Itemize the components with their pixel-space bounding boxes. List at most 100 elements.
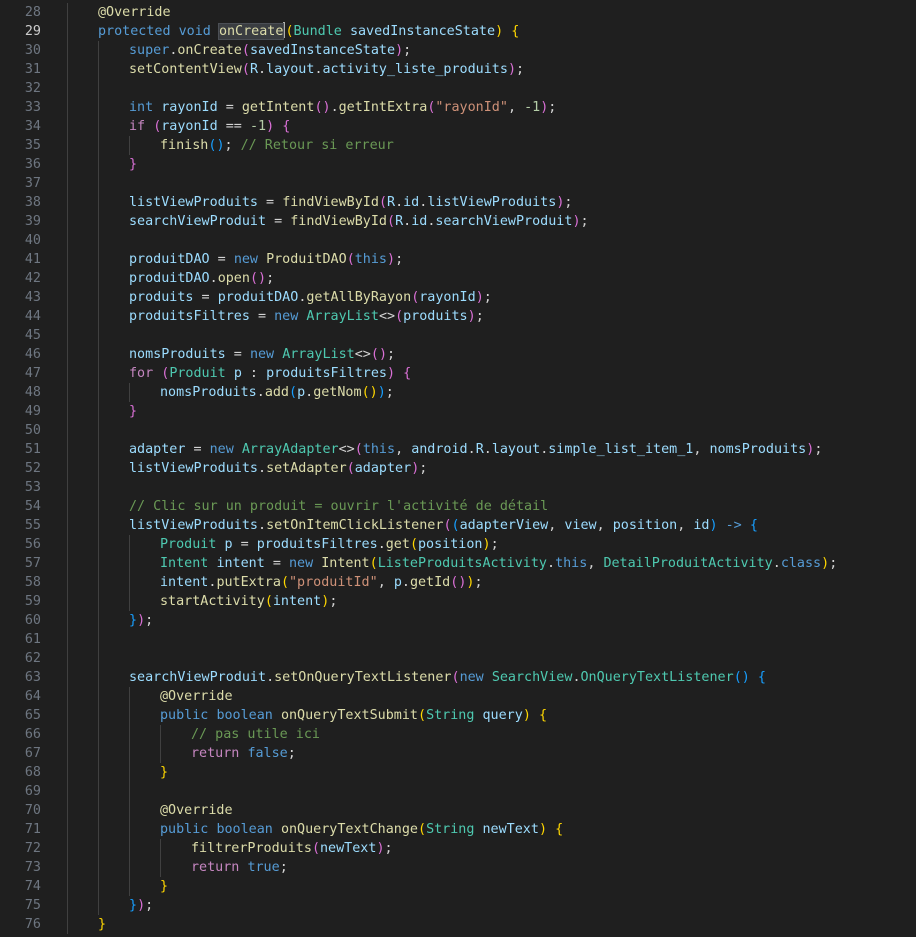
indent-guide	[67, 839, 68, 858]
indent-guide	[98, 763, 99, 782]
code-line[interactable]	[66, 421, 916, 440]
code-line[interactable]	[66, 649, 916, 668]
code-line[interactable]: return false;	[66, 744, 916, 763]
code-token: (	[241, 43, 250, 58]
code-line[interactable]: super.onCreate(savedInstanceState);	[66, 41, 916, 60]
code-token: .	[258, 461, 267, 476]
code-token: ;	[564, 195, 573, 210]
code-line[interactable]: int rayonId = getIntent().getIntExtra("r…	[66, 98, 916, 117]
code-line[interactable]: filtrerProduits(newText);	[66, 839, 916, 858]
code-line[interactable]: searchViewProduit = findViewById(R.id.se…	[66, 212, 916, 231]
code-token: onCreate	[217, 23, 285, 40]
line-number: 66	[24, 727, 41, 742]
code-token: produitsFiltres	[129, 309, 250, 324]
code-line[interactable]	[66, 782, 916, 801]
code-line[interactable]	[66, 630, 916, 649]
code-content: if (rayonId == -1) {	[129, 117, 290, 136]
code-line[interactable]: // pas utile ici	[66, 725, 916, 744]
code-token: (	[289, 385, 298, 400]
indent-guide	[98, 858, 99, 877]
line-number: 68	[24, 765, 41, 780]
code-line[interactable]: adapter = new ArrayAdapter<>(this, andro…	[66, 440, 916, 459]
indent-guide	[129, 573, 130, 592]
indent-guide	[129, 763, 130, 782]
code-token: ;	[814, 442, 823, 457]
code-line[interactable]: public boolean onQueryTextChange(String …	[66, 820, 916, 839]
code-line[interactable]: produits = produitDAO.getAllByRayon(rayo…	[66, 288, 916, 307]
indent-guide	[160, 858, 161, 877]
code-token: position	[612, 518, 678, 533]
code-line[interactable]: listViewProduits = findViewById(R.id.lis…	[66, 193, 916, 212]
indent-guide	[98, 402, 99, 421]
code-content: return false;	[191, 744, 296, 763]
code-token: open	[217, 271, 250, 286]
code-line[interactable]: Produit p = produitsFiltres.get(position…	[66, 535, 916, 554]
indent-guide	[98, 801, 99, 820]
code-line[interactable]: intent.putExtra("produitId", p.getId());	[66, 573, 916, 592]
code-content: @Override	[98, 3, 171, 22]
indent-guide	[98, 364, 99, 383]
code-line[interactable]: }	[66, 402, 916, 421]
code-content: listViewProduits.setAdapter(adapter);	[129, 459, 427, 478]
code-line[interactable]: // Clic sur un produit = ouvrir l'activi…	[66, 497, 916, 516]
code-content: Intent intent = new Intent(ListeProduits…	[160, 554, 837, 573]
code-token: findViewById	[282, 195, 379, 210]
code-text-area[interactable]: @Override protected void onCreate (Bundle …	[66, 0, 916, 937]
code-token: }	[160, 879, 169, 894]
code-line[interactable]	[66, 478, 916, 497]
line-number: 62	[24, 651, 41, 666]
indent-guide	[98, 383, 99, 402]
code-token: searchViewProduit	[129, 670, 267, 685]
code-token: (	[409, 537, 418, 552]
code-line[interactable]: for (Produit p : produitsFiltres) {	[66, 364, 916, 383]
code-line[interactable]: public boolean onQueryTextSubmit(String …	[66, 706, 916, 725]
code-line[interactable]: });	[66, 896, 916, 915]
code-line[interactable]: return true;	[66, 858, 916, 877]
code-line[interactable]: produitDAO = new ProduitDAO(this);	[66, 250, 916, 269]
code-line[interactable]: }	[66, 155, 916, 174]
code-line[interactable]	[66, 231, 916, 250]
indent-guide	[67, 649, 68, 668]
code-line[interactable]	[66, 174, 916, 193]
code-line[interactable]: produitDAO.open();	[66, 269, 916, 288]
line-number: 50	[24, 423, 41, 438]
code-line[interactable]: }	[66, 877, 916, 896]
code-line[interactable]: @Override	[66, 687, 916, 706]
code-editor[interactable]: 28 29 30 31 32 33 34 35 36 37 38 39 40 41 42 43 44 45 46 47…	[0, 0, 916, 937]
indent-guide	[67, 744, 68, 763]
code-line[interactable]: produitsFiltres = new ArrayList<>(produi…	[66, 307, 916, 326]
indent-guide	[129, 782, 130, 801]
code-token: android	[411, 442, 468, 457]
code-line[interactable]: protected void onCreate (Bundle savedInst…	[66, 22, 916, 41]
code-line[interactable]: Intent intent = new Intent(ListeProduits…	[66, 554, 916, 573]
code-line[interactable]: }	[66, 763, 916, 782]
code-line[interactable]	[66, 79, 916, 98]
code-line[interactable]: listViewProduits.setOnItemClickListener(…	[66, 516, 916, 535]
code-line[interactable]: @Override	[66, 801, 916, 820]
code-line[interactable]: }	[66, 915, 916, 934]
code-line[interactable]: finish(); // Retour si erreur	[66, 136, 916, 155]
indent-guide	[67, 269, 68, 288]
indent-guide	[67, 535, 68, 554]
code-line[interactable]: });	[66, 611, 916, 630]
code-line[interactable]: startActivity(intent);	[66, 592, 916, 611]
code-content: }	[98, 915, 106, 934]
code-line[interactable]	[66, 326, 916, 345]
code-line[interactable]: setContentView(R.layout.activity_liste_p…	[66, 60, 916, 79]
code-line[interactable]: searchViewProduit.setOnQueryTextListener…	[66, 668, 916, 687]
line-number: 30	[24, 43, 41, 58]
code-line[interactable]: nomsProduits.add(p.getNom());	[66, 383, 916, 402]
code-token: listViewProduits	[427, 195, 557, 210]
code-line[interactable]: @Override	[66, 3, 916, 22]
indent-guide	[129, 858, 130, 877]
code-token: startActivity	[160, 594, 265, 609]
code-line[interactable]: if (rayonId == -1) {	[66, 117, 916, 136]
code-line[interactable]: nomsProduits = new ArrayList<>();	[66, 345, 916, 364]
code-line[interactable]: listViewProduits.setAdapter(adapter);	[66, 459, 916, 478]
code-token: =	[258, 195, 283, 210]
line-number-gutter[interactable]: 28 29 30 31 32 33 34 35 36 37 38 39 40 41 42 43 44 45 46 47…	[0, 0, 52, 937]
code-token: ;	[384, 841, 393, 856]
